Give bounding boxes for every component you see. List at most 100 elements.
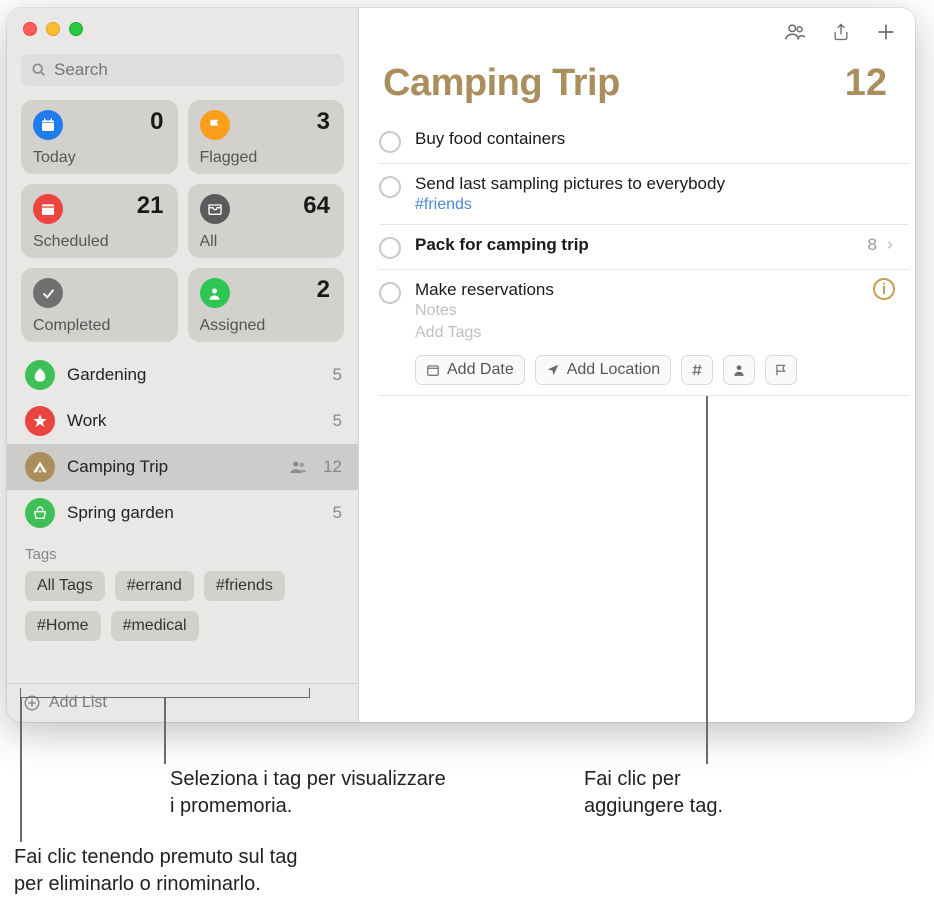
list-count: 5 — [333, 365, 342, 385]
smart-list-today[interactable]: 0 Today — [21, 100, 178, 174]
reminder-chips: Add Date Add Location — [415, 355, 903, 385]
sidebar: 0 Today 3 Flagged 21 Scheduled — [7, 8, 359, 722]
person-icon — [200, 278, 230, 308]
person-icon — [732, 363, 746, 377]
complete-toggle[interactable] — [379, 237, 401, 259]
tags-section: Tags All Tags #errand #friends #Home #me… — [7, 536, 358, 641]
list-title: Camping Trip — [383, 62, 620, 105]
complete-toggle[interactable] — [379, 176, 401, 198]
reminder-tag[interactable]: #friends — [415, 196, 903, 214]
minimize-window-button[interactable] — [46, 22, 60, 36]
search-input[interactable] — [54, 60, 334, 80]
notes-placeholder[interactable]: Notes — [415, 300, 903, 322]
people-icon — [783, 21, 807, 43]
tag-errand[interactable]: #errand — [115, 571, 194, 601]
list-camping-trip[interactable]: Camping Trip 12 — [7, 444, 358, 490]
assign-chip[interactable] — [723, 355, 755, 385]
close-window-button[interactable] — [23, 22, 37, 36]
add-tag-chip[interactable] — [681, 355, 713, 385]
star-icon — [25, 406, 55, 436]
share-button[interactable] — [831, 21, 851, 43]
smart-list-completed[interactable]: Completed — [21, 268, 178, 342]
tags-heading: Tags — [25, 546, 340, 563]
list-header: Camping Trip 12 — [359, 56, 915, 119]
list-name: Camping Trip — [67, 457, 277, 477]
toolbar — [359, 8, 915, 56]
list-work[interactable]: Work 5 — [7, 398, 358, 444]
chip-label: Add Date — [447, 361, 514, 379]
list-gardening[interactable]: Gardening 5 — [7, 352, 358, 398]
add-tags-placeholder[interactable]: Add Tags — [415, 322, 903, 344]
smart-list-flagged[interactable]: 3 Flagged — [188, 100, 345, 174]
add-location-chip[interactable]: Add Location — [535, 355, 671, 385]
calendar-icon — [33, 194, 63, 224]
list-name: Work — [67, 411, 321, 431]
smart-list-all[interactable]: 64 All — [188, 184, 345, 258]
plus-icon — [875, 21, 897, 43]
callout-line — [164, 698, 166, 764]
share-icon — [831, 21, 851, 43]
tag-all-tags[interactable]: All Tags — [25, 571, 105, 601]
location-arrow-icon — [546, 363, 560, 377]
smart-list-assigned[interactable]: 2 Assigned — [188, 268, 345, 342]
fullscreen-window-button[interactable] — [69, 22, 83, 36]
smart-list-label: Assigned — [200, 317, 266, 335]
tent-icon — [25, 452, 55, 482]
main-pane: Camping Trip 12 Buy food containers Send… — [359, 8, 915, 722]
reminders-window: 0 Today 3 Flagged 21 Scheduled — [7, 8, 915, 722]
smart-list-label: Scheduled — [33, 233, 109, 251]
subtasks-indicator[interactable]: 8 — [868, 235, 895, 255]
smart-list-label: All — [200, 233, 218, 251]
callout-bracket-tags — [20, 688, 310, 698]
complete-toggle[interactable] — [379, 131, 401, 153]
calendar-today-icon — [33, 110, 63, 140]
list-count: 5 — [333, 503, 342, 523]
smart-list-scheduled[interactable]: 21 Scheduled — [21, 184, 178, 258]
reminder-item-editing[interactable]: Make reservations Notes Add Tags Add Dat… — [379, 270, 909, 396]
info-button[interactable]: i — [873, 278, 895, 300]
reminders-list: Buy food containers Send last sampling p… — [359, 119, 915, 396]
chevron-right-icon — [885, 238, 895, 252]
shared-icon — [289, 458, 307, 476]
reminder-title: Buy food containers — [415, 129, 903, 149]
chip-label: Add Location — [567, 361, 660, 379]
tag-friends[interactable]: #friends — [204, 571, 285, 601]
flag-chip[interactable] — [765, 355, 797, 385]
calendar-icon — [426, 363, 440, 377]
callout-tag-select: Seleziona i tag per visualizzare i prome… — [170, 766, 446, 820]
smart-list-count: 64 — [303, 192, 330, 220]
search-icon — [31, 62, 47, 78]
callout-tag-edit: Fai clic tenendo premuto sul tag per eli… — [14, 844, 298, 898]
reminder-title: Pack for camping trip — [415, 235, 903, 255]
add-date-chip[interactable]: Add Date — [415, 355, 525, 385]
list-spring-garden[interactable]: Spring garden 5 — [7, 490, 358, 536]
share-people-button[interactable] — [783, 21, 807, 43]
list-name: Spring garden — [67, 503, 321, 523]
reminder-title: Send last sampling pictures to everybody — [415, 174, 903, 194]
add-reminder-button[interactable] — [875, 21, 897, 43]
list-count: 12 — [323, 457, 342, 477]
callout-line — [706, 396, 708, 764]
callout-tag-add: Fai clic per aggiungere tag. — [584, 766, 723, 820]
smart-lists-grid: 0 Today 3 Flagged 21 Scheduled — [7, 86, 358, 346]
my-lists: Gardening 5 Work 5 Camping Trip 12 — [7, 346, 358, 683]
tray-icon — [200, 194, 230, 224]
complete-toggle[interactable] — [379, 282, 401, 304]
reminder-title[interactable]: Make reservations — [415, 280, 903, 300]
callout-line — [20, 698, 22, 842]
tags-list: All Tags #errand #friends #Home #medical — [25, 571, 340, 641]
smart-list-count: 3 — [317, 108, 330, 136]
list-total-count: 12 — [845, 62, 887, 105]
reminder-item[interactable]: Pack for camping trip 8 — [379, 225, 909, 270]
flag-icon — [774, 363, 788, 377]
search-field[interactable] — [21, 54, 344, 86]
tag-medical[interactable]: #medical — [111, 611, 199, 641]
smart-list-label: Flagged — [200, 149, 258, 167]
basket-icon — [25, 498, 55, 528]
reminder-item[interactable]: Send last sampling pictures to everybody… — [379, 164, 909, 225]
flag-icon — [200, 110, 230, 140]
tag-home[interactable]: #Home — [25, 611, 101, 641]
smart-list-count: 21 — [137, 192, 164, 220]
reminder-item[interactable]: Buy food containers — [379, 119, 909, 164]
smart-list-count: 0 — [150, 108, 163, 136]
